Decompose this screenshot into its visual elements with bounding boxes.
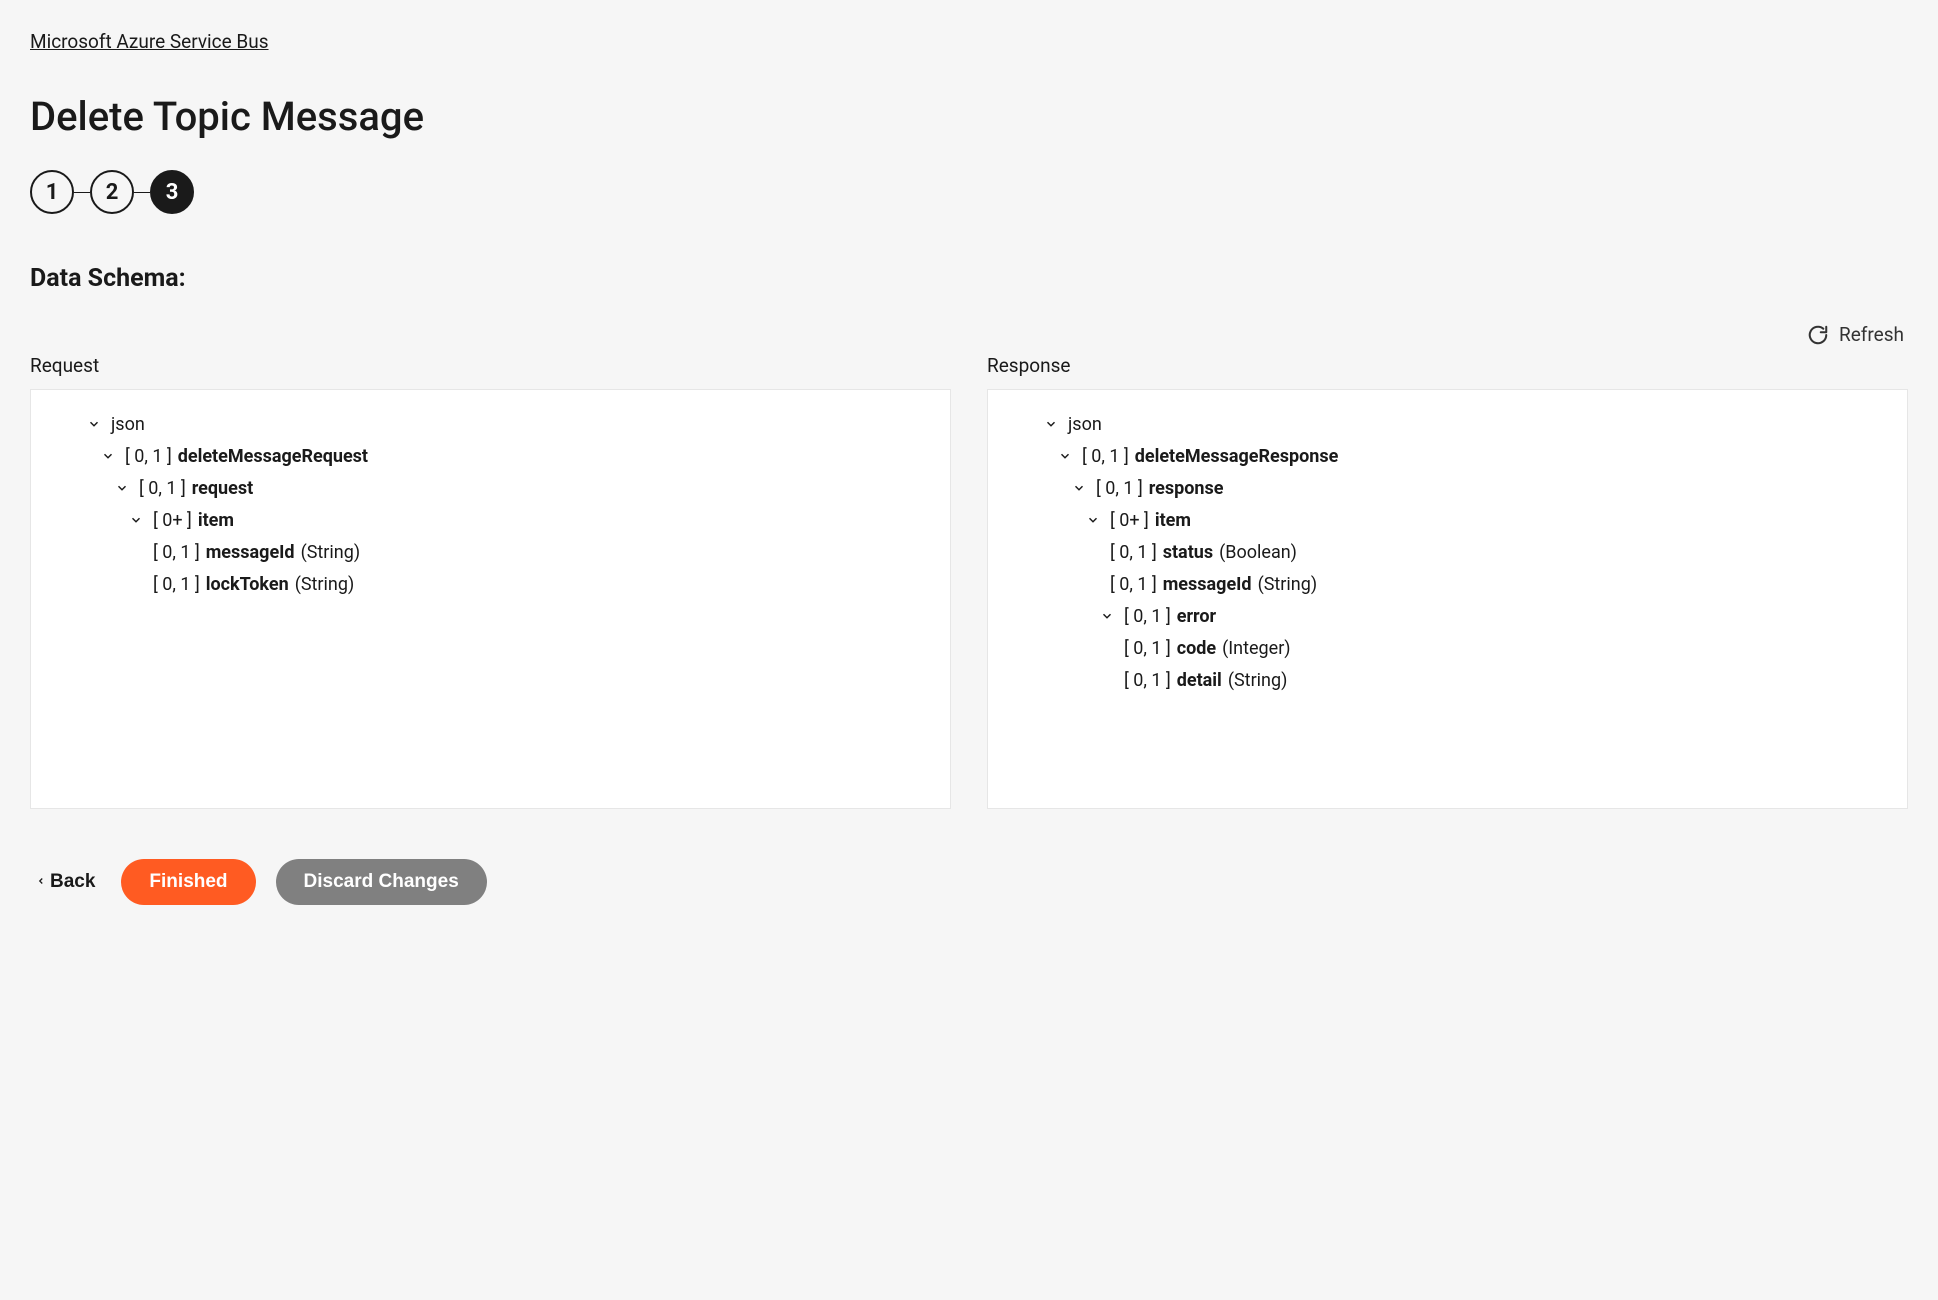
tree-node-cardinality: [ 0, 1 ] <box>1096 478 1143 499</box>
step-connector <box>134 192 150 193</box>
discard-changes-button[interactable]: Discard Changes <box>276 859 487 905</box>
step-connector <box>74 192 90 193</box>
tree-node-type: (String) <box>301 542 361 563</box>
tree-node-deletemessagerequest[interactable]: [ 0, 1 ] deleteMessageRequest <box>55 440 926 472</box>
tree-node-name: deleteMessageResponse <box>1135 446 1339 467</box>
tree-node-cardinality: [ 0, 1 ] <box>153 574 200 595</box>
tree-node-name: request <box>192 478 253 499</box>
tree-node-type: (String) <box>1228 670 1288 691</box>
tree-node-cardinality: [ 0, 1 ] <box>1124 670 1171 691</box>
step-2[interactable]: 2 <box>90 170 134 214</box>
tree-node-cardinality: [ 0+ ] <box>153 510 192 531</box>
tree-node-name: messageId <box>206 542 295 563</box>
tree-node-status[interactable]: [ 0, 1 ] status (Boolean) <box>1012 536 1883 568</box>
tree-node-deletemessageresponse[interactable]: [ 0, 1 ] deleteMessageResponse <box>1012 440 1883 472</box>
tree-node-detail[interactable]: [ 0, 1 ] detail (String) <box>1012 664 1883 696</box>
tree-node-name: lockToken <box>206 574 289 595</box>
finished-button[interactable]: Finished <box>121 859 255 905</box>
tree-node-name: error <box>1177 606 1216 627</box>
request-column-label: Request <box>30 354 951 377</box>
page-title: Delete Topic Message <box>30 93 1908 140</box>
tree-node-cardinality: [ 0, 1 ] <box>139 478 186 499</box>
refresh-button[interactable]: Refresh <box>30 323 1908 346</box>
step-3[interactable]: 3 <box>150 170 194 214</box>
chevron-down-icon <box>1098 607 1116 625</box>
tree-node-cardinality: [ 0, 1 ] <box>1110 542 1157 563</box>
tree-node-cardinality: [ 0, 1 ] <box>1110 574 1157 595</box>
chevron-down-icon <box>1070 479 1088 497</box>
tree-node-name: response <box>1149 478 1224 499</box>
tree-node-name: messageId <box>1163 574 1252 595</box>
chevron-down-icon <box>85 415 103 433</box>
chevron-down-icon <box>1084 511 1102 529</box>
tree-node-label: json <box>111 414 145 435</box>
tree-node-messageid[interactable]: [ 0, 1 ] messageId (String) <box>55 536 926 568</box>
tree-node-label: json <box>1068 414 1102 435</box>
refresh-label: Refresh <box>1839 323 1904 346</box>
chevron-down-icon <box>1042 415 1060 433</box>
tree-node-cardinality: [ 0, 1 ] <box>1124 638 1171 659</box>
tree-node-type: (String) <box>295 574 355 595</box>
tree-node-item[interactable]: [ 0+ ] item <box>1012 504 1883 536</box>
tree-node-type: (Boolean) <box>1219 542 1297 563</box>
chevron-down-icon <box>99 447 117 465</box>
footer-actions: Back Finished Discard Changes <box>30 859 1908 905</box>
response-column-label: Response <box>987 354 1908 377</box>
tree-node-item[interactable]: [ 0+ ] item <box>55 504 926 536</box>
tree-node-code[interactable]: [ 0, 1 ] code (Integer) <box>1012 632 1883 664</box>
request-column: Request json [ 0, 1 ] deleteMessageReque… <box>30 354 951 809</box>
back-button-label: Back <box>50 871 95 893</box>
tree-node-name: deleteMessageRequest <box>178 446 368 467</box>
tree-node-type: (Integer) <box>1222 638 1290 659</box>
tree-node-json[interactable]: json <box>1012 408 1883 440</box>
tree-node-cardinality: [ 0, 1 ] <box>125 446 172 467</box>
step-1[interactable]: 1 <box>30 170 74 214</box>
chevron-down-icon <box>127 511 145 529</box>
tree-node-cardinality: [ 0+ ] <box>1110 510 1149 531</box>
tree-node-messageid[interactable]: [ 0, 1 ] messageId (String) <box>1012 568 1883 600</box>
response-schema-box: json [ 0, 1 ] deleteMessageResponse [ 0,… <box>987 389 1908 809</box>
chevron-left-icon <box>36 874 46 891</box>
tree-node-cardinality: [ 0, 1 ] <box>153 542 200 563</box>
refresh-icon <box>1807 324 1829 346</box>
response-column: Response json [ 0, 1 ] deleteMessageResp… <box>987 354 1908 809</box>
tree-node-name: detail <box>1177 670 1222 691</box>
tree-node-name: item <box>198 510 234 531</box>
tree-node-name: item <box>1155 510 1191 531</box>
section-title: Data Schema: <box>30 264 1908 293</box>
tree-node-locktoken[interactable]: [ 0, 1 ] lockToken (String) <box>55 568 926 600</box>
chevron-down-icon <box>1056 447 1074 465</box>
back-button[interactable]: Back <box>30 861 101 903</box>
tree-node-cardinality: [ 0, 1 ] <box>1082 446 1129 467</box>
chevron-down-icon <box>113 479 131 497</box>
request-schema-box: json [ 0, 1 ] deleteMessageRequest [ 0, … <box>30 389 951 809</box>
tree-node-name: code <box>1177 638 1216 659</box>
tree-node-name: status <box>1163 542 1213 563</box>
tree-node-error[interactable]: [ 0, 1 ] error <box>1012 600 1883 632</box>
stepper: 1 2 3 <box>30 170 1908 214</box>
tree-node-cardinality: [ 0, 1 ] <box>1124 606 1171 627</box>
tree-node-response[interactable]: [ 0, 1 ] response <box>1012 472 1883 504</box>
breadcrumb-link[interactable]: Microsoft Azure Service Bus <box>30 30 269 53</box>
tree-node-request[interactable]: [ 0, 1 ] request <box>55 472 926 504</box>
tree-node-json[interactable]: json <box>55 408 926 440</box>
tree-node-type: (String) <box>1258 574 1318 595</box>
